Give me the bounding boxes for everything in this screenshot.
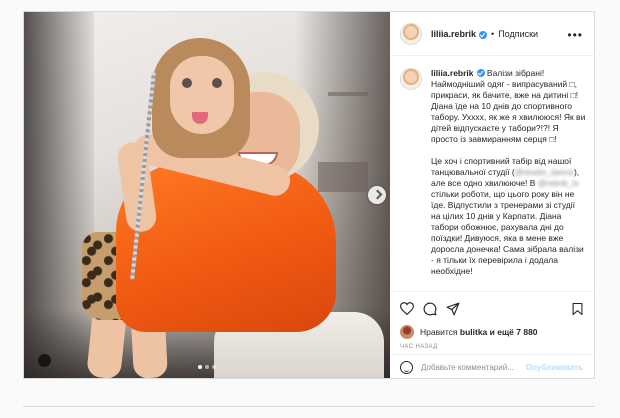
avatar[interactable]	[400, 22, 422, 45]
share-icon[interactable]	[446, 302, 460, 316]
photo-subject	[212, 78, 222, 88]
comment-box: Добавьте комментарий... Опубликовать	[391, 354, 595, 380]
likes-summary: Нравится bulitka и ещё 7 880	[400, 325, 538, 339]
action-icons	[400, 302, 460, 316]
carousel-dot	[205, 365, 209, 369]
photo-subject	[182, 78, 192, 88]
post-header: liliia.rebrik • Подписки •••	[391, 12, 595, 56]
avatar[interactable]	[400, 68, 422, 90]
comment-input[interactable]: Добавьте комментарий...	[421, 363, 514, 372]
tagged-users-icon[interactable]	[38, 354, 51, 367]
like-heart-icon[interactable]	[400, 302, 414, 315]
caption-paragraph: liliia.rebrik Валізи зібрані! Наймодніши…	[431, 68, 586, 145]
verified-badge-icon	[476, 69, 485, 77]
mention-link[interactable]: @studio_dance	[515, 167, 574, 177]
publish-button[interactable]: Опубликовать	[526, 363, 583, 372]
caption-area: liliia.rebrik Валізи зібрані! Наймодніши…	[391, 57, 595, 292]
carousel-dot	[198, 365, 202, 369]
caption-text: liliia.rebrik Валізи зібрані! Наймодніши…	[431, 68, 586, 292]
caption-paragraph: Це хоч і спортивний табір від нашої танц…	[431, 156, 584, 276]
liker-username[interactable]: bulitka	[460, 327, 487, 337]
photo-background	[328, 92, 368, 96]
more-dots-icon[interactable]: •••	[567, 28, 583, 42]
likes-prefix: Нравится	[420, 327, 458, 337]
bookmark-icon[interactable]	[572, 302, 583, 316]
verified-badge-icon	[479, 30, 488, 39]
caption-body: але все одно хвилююче! В	[431, 178, 536, 188]
action-bar: Нравится bulitka и ещё 7 880 ЧАС НАЗАД Д…	[391, 291, 595, 379]
post-timestamp: ЧАС НАЗАД	[400, 344, 438, 350]
post-card: liliia.rebrik • Подписки ••• liliia.rebr…	[23, 11, 595, 379]
comment-icon[interactable]	[423, 302, 437, 316]
carousel-dots	[198, 365, 216, 369]
separator-dot: •	[491, 28, 495, 39]
username-link[interactable]: liliia.rebrik	[431, 29, 476, 39]
liker-avatar[interactable]	[400, 325, 414, 339]
following-button[interactable]: Подписки	[498, 29, 538, 39]
photo-background	[318, 162, 368, 192]
caption-body: Валізи зібрані! Наймодніший одяг - випра…	[431, 68, 586, 144]
mention-link[interactable]: @rebrik_tv	[538, 178, 579, 188]
post-photo[interactable]	[24, 12, 390, 378]
caption-body: стільки роботи, що цього року він не їде…	[431, 189, 584, 265]
divider	[23, 406, 595, 407]
carousel-next-button[interactable]	[368, 186, 386, 204]
post-sidebar: liliia.rebrik • Подписки ••• liliia.rebr…	[391, 12, 595, 378]
likes-count[interactable]: и ещё 7 880	[490, 327, 538, 337]
carousel-dot	[212, 365, 216, 369]
caption-username[interactable]: liliia.rebrik	[431, 68, 474, 78]
emoji-icon[interactable]	[400, 361, 413, 374]
